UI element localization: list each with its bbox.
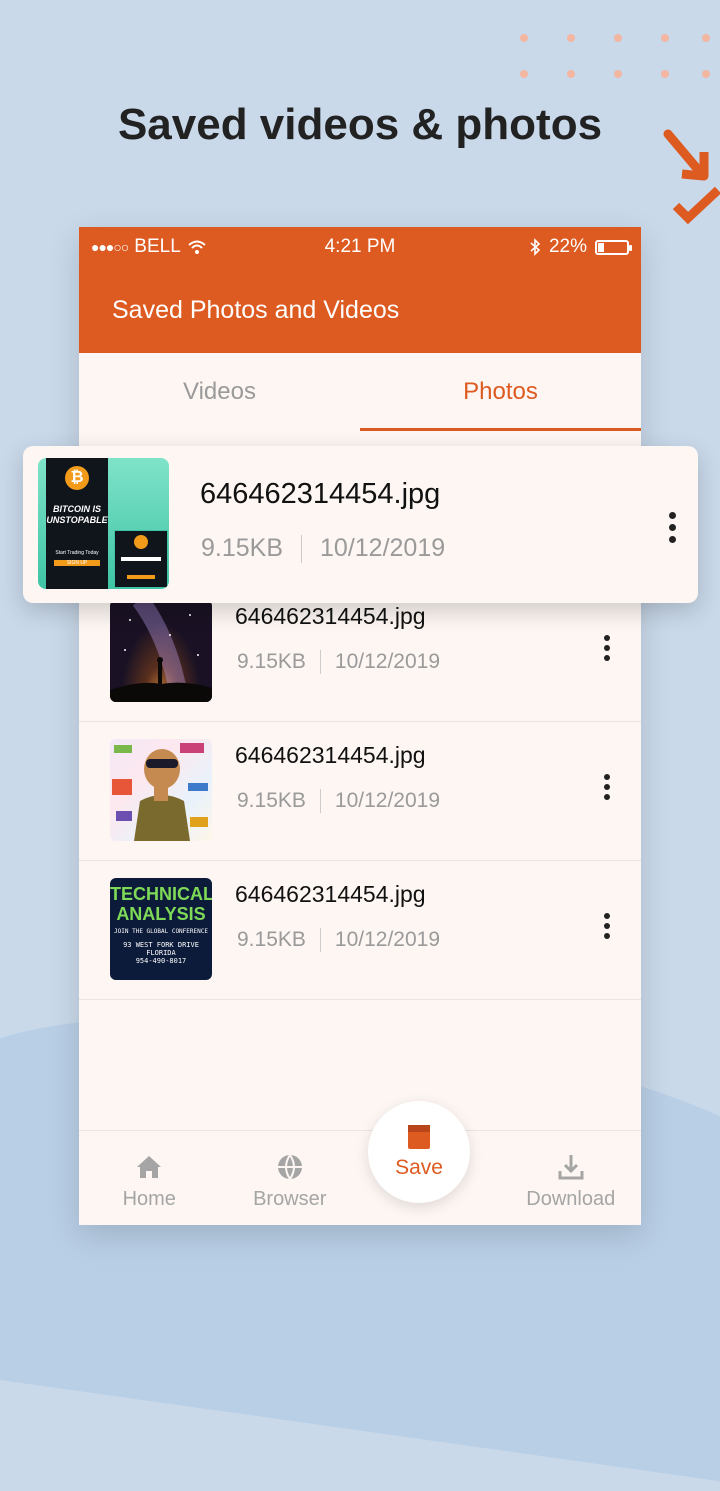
thumb-state: FLORIDA — [146, 949, 176, 957]
divider — [319, 789, 321, 813]
battery-icon — [595, 239, 632, 255]
divider — [319, 650, 321, 674]
file-size: 9.15KB — [201, 534, 284, 562]
list-item[interactable]: TECHNICAL ANALYSIS JOIN THE GLOBAL CONFE… — [79, 861, 641, 1000]
thumb-title-line1: TECHNICAL — [110, 884, 212, 904]
download-icon — [557, 1152, 585, 1182]
more-options-icon[interactable] — [668, 512, 676, 543]
nav-save-label: Save — [395, 1156, 443, 1179]
thumbnail-bitcoin: ₿ BITCOIN IS UNSTOPABLE Start Trading To… — [38, 458, 169, 589]
file-date: 10/12/2019 — [334, 928, 440, 951]
list-item[interactable]: 646462314454.jpg 9.15KB 10/12/2019 — [79, 583, 641, 722]
thumbnail-technical-analysis: TECHNICAL ANALYSIS JOIN THE GLOBAL CONFE… — [110, 878, 212, 980]
file-size: 9.15KB — [237, 789, 306, 812]
tab-photos[interactable]: Photos — [360, 353, 641, 431]
phone-screen: ●●●○○ BELL 4:21 PM 22% Saved Photos and … — [79, 227, 641, 1225]
nav-download-label: Download — [526, 1188, 616, 1210]
featured-list-item[interactable]: ₿ BITCOIN IS UNSTOPABLE Start Trading To… — [23, 446, 698, 603]
nav-browser-label: Browser — [253, 1188, 327, 1210]
bookmark-book-icon — [408, 1125, 430, 1149]
battery-percent: 22% — [548, 236, 587, 257]
headline: Saved videos & photos — [117, 100, 603, 149]
file-size: 9.15KB — [237, 650, 306, 673]
more-options-icon[interactable] — [603, 913, 611, 943]
thumbnail-night-sky — [110, 600, 212, 702]
file-date: 10/12/2019 — [334, 789, 440, 812]
app-bar: Saved Photos and Videos — [79, 267, 641, 353]
thumb-signup: SIGN UP — [54, 560, 100, 566]
thumbnail-collage — [110, 739, 212, 841]
file-name: 646462314454.jpg — [235, 742, 426, 768]
nav-home[interactable]: Home — [79, 1131, 220, 1225]
file-date: 10/12/2019 — [334, 650, 440, 673]
decorative-dots — [520, 26, 710, 86]
thumb-tagline: Start Trading Today — [55, 550, 99, 556]
file-date: 10/12/2019 — [320, 534, 446, 562]
list-item[interactable]: 646462314454.jpg 9.15KB 10/12/2019 — [79, 722, 641, 861]
globe-icon — [276, 1152, 304, 1182]
tab-bar: Videos Photos — [79, 353, 641, 431]
more-options-icon[interactable] — [603, 635, 611, 665]
more-options-icon[interactable] — [603, 774, 611, 804]
thumb-phone: 954-490-8017 — [135, 957, 187, 965]
app-bar-title: Saved Photos and Videos — [112, 295, 400, 324]
photo-list: 646462314454.jpg 9.15KB 10/12/2019 64646… — [79, 583, 641, 1000]
thumb-address: 93 WEST FORK DRIVE — [123, 941, 199, 949]
nav-download[interactable]: Download — [501, 1131, 642, 1225]
file-name: 646462314454.jpg — [235, 603, 426, 629]
nav-home-label: Home — [122, 1188, 176, 1210]
divider — [319, 928, 321, 952]
nav-save-button[interactable]: Save — [368, 1101, 470, 1203]
tab-videos[interactable]: Videos — [79, 353, 360, 431]
file-size: 9.15KB — [237, 928, 306, 951]
file-name: 646462314454.jpg — [235, 881, 426, 907]
thumb-title-line2: ANALYSIS — [116, 904, 206, 924]
home-icon — [135, 1152, 163, 1182]
thumb-subtitle: JOIN THE GLOBAL CONFERENCE — [114, 928, 208, 935]
divider — [301, 534, 303, 563]
bitcoin-icon-small — [134, 535, 148, 549]
thumb-headline: BITCOIN IS UNSTOPABLE — [46, 504, 108, 525]
bitcoin-icon: ₿ — [65, 466, 89, 490]
nav-browser[interactable]: Browser — [220, 1131, 361, 1225]
status-bar: ●●●○○ BELL 4:21 PM 22% — [79, 227, 641, 267]
file-name: 646462314454.jpg — [200, 478, 441, 510]
bottom-navigation: Home Browser Download — [79, 1130, 641, 1225]
bluetooth-icon — [530, 238, 541, 256]
